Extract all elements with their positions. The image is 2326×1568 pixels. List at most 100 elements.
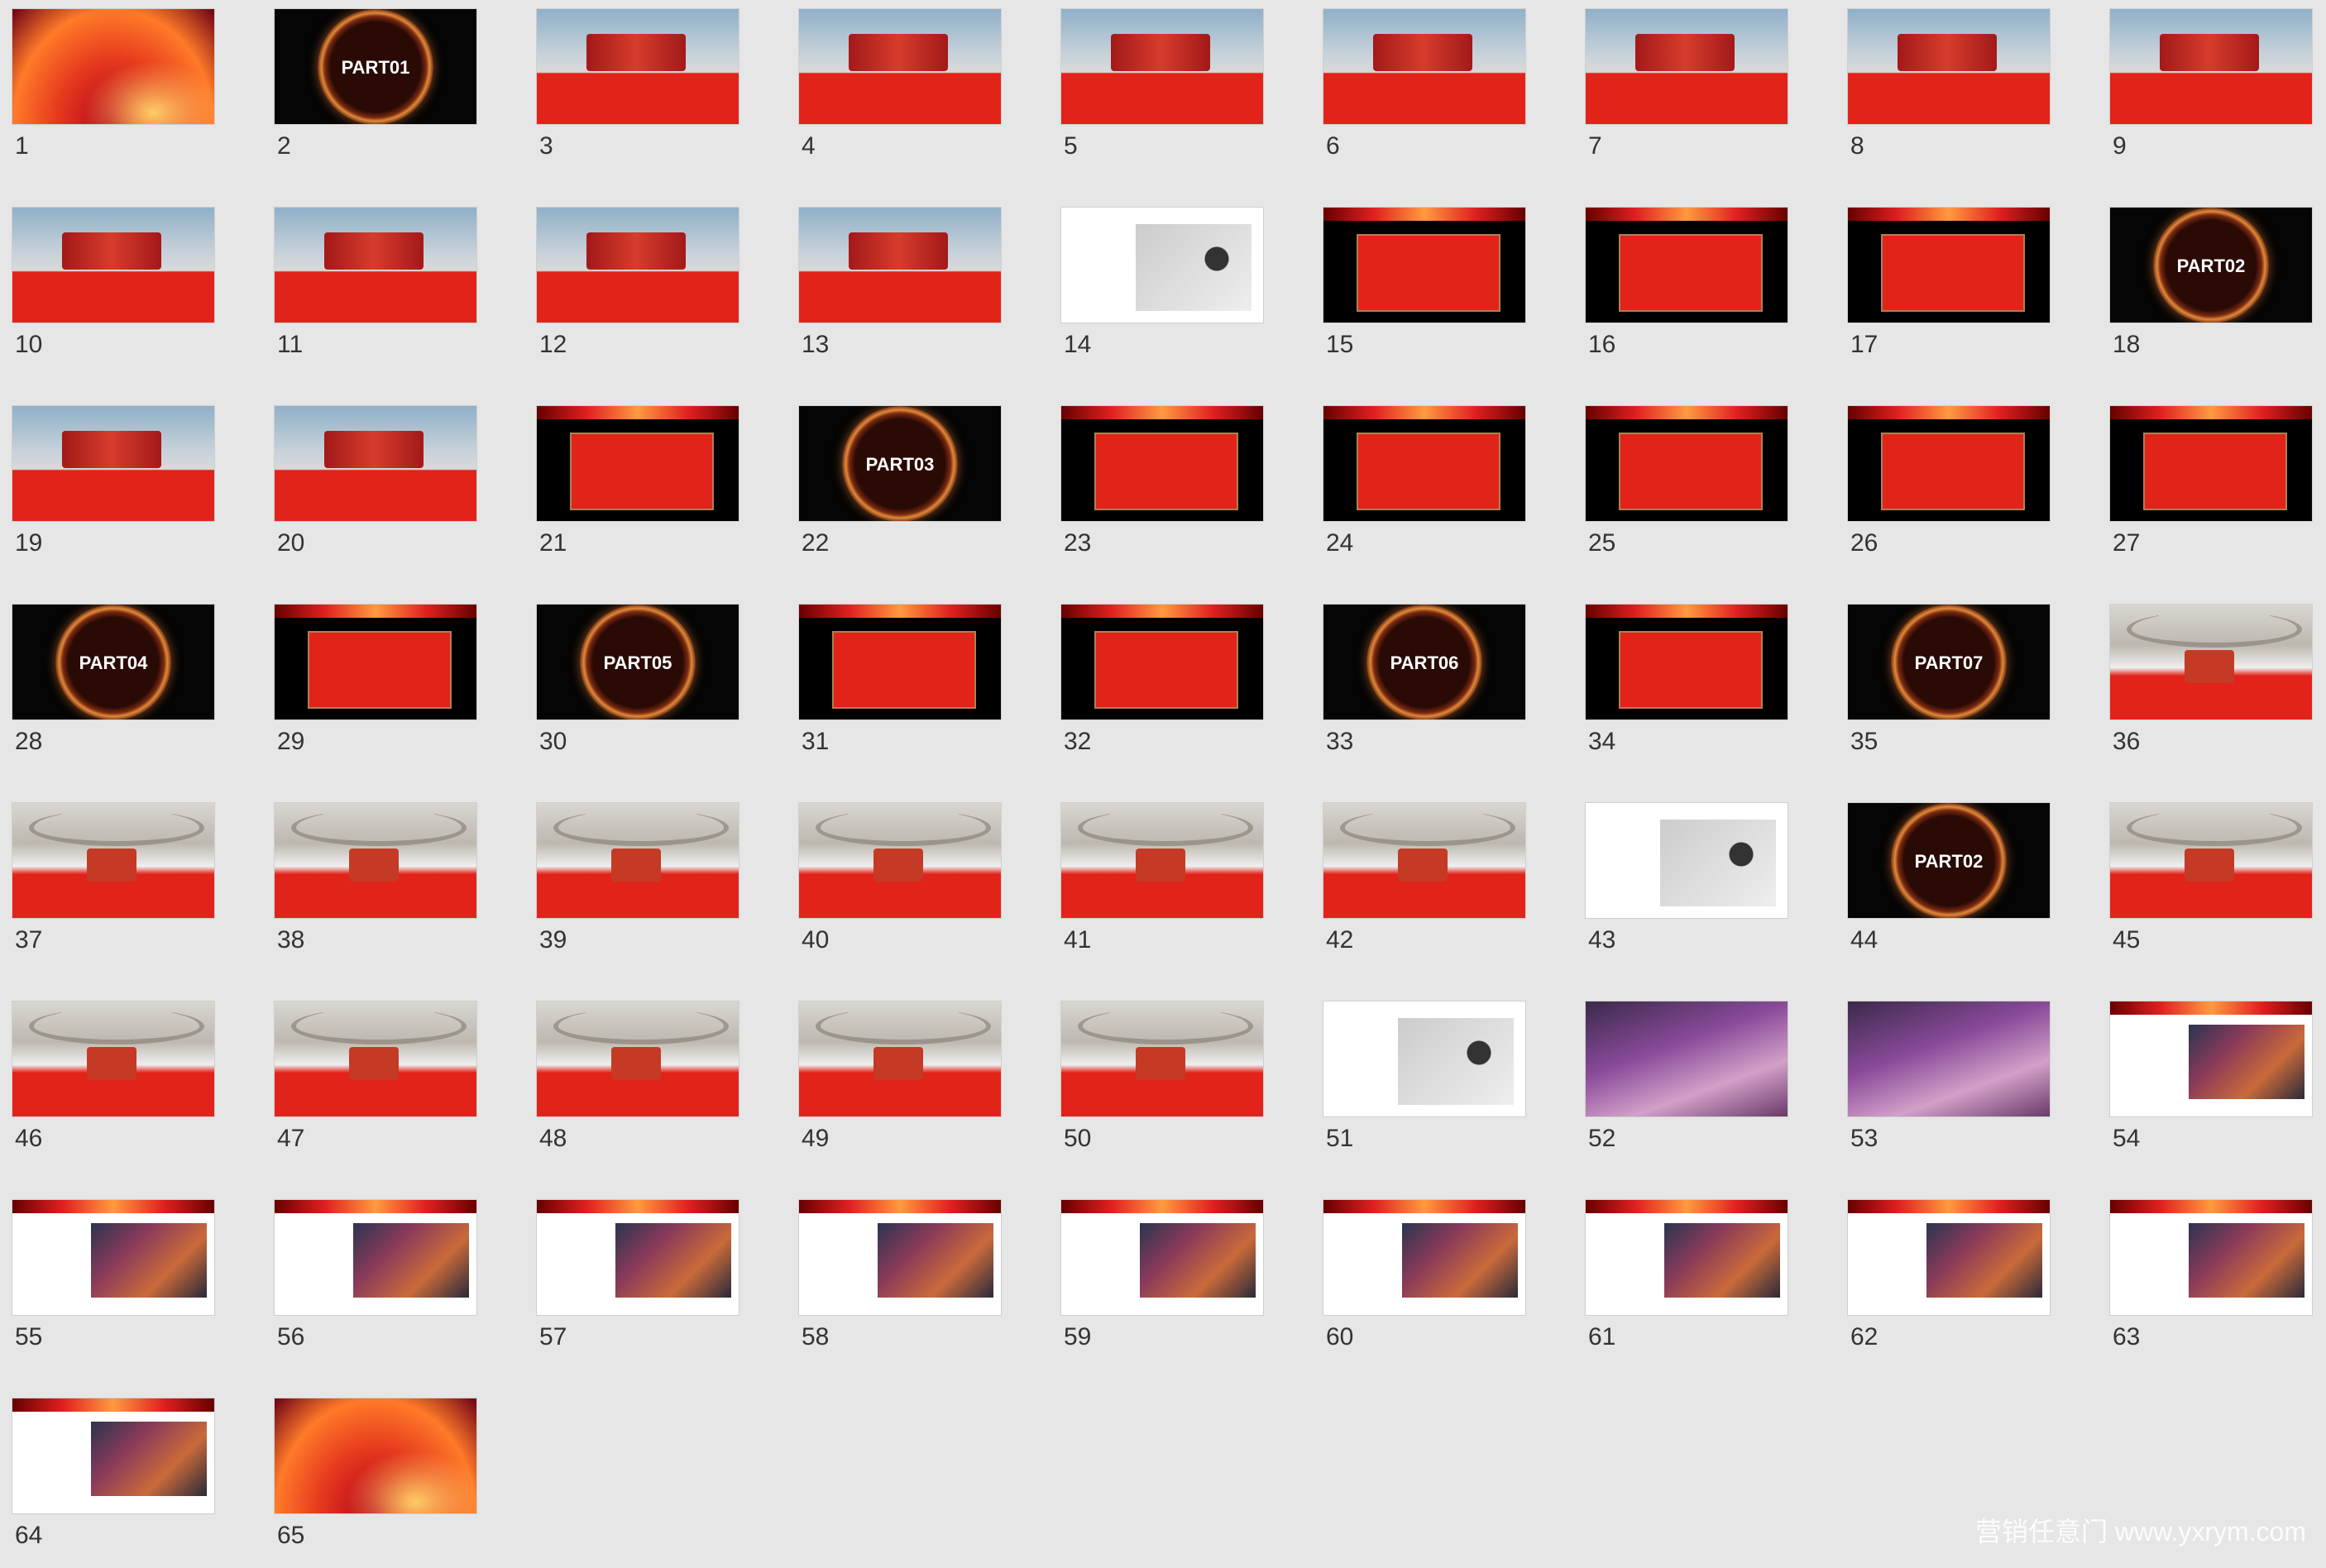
slide-thumbnail[interactable]: PART02 44 <box>1835 794 2051 973</box>
slide-thumbnail[interactable]: 63 <box>2098 1191 2313 1370</box>
slide-thumbnail[interactable]: 1 <box>0 0 215 179</box>
slide-thumbnail[interactable]: 65 <box>262 1389 477 1568</box>
slide-preview[interactable]: PART03 <box>798 405 1002 522</box>
slide-preview[interactable]: PART01 <box>274 8 477 125</box>
slide-preview[interactable] <box>12 1001 215 1117</box>
slide-preview[interactable] <box>798 604 1002 720</box>
slide-thumbnail[interactable]: PART06 33 <box>1311 595 1526 774</box>
slide-thumbnail[interactable]: 5 <box>1049 0 1264 179</box>
slide-thumbnail[interactable]: 60 <box>1311 1191 1526 1370</box>
slide-thumbnail[interactable]: 37 <box>0 794 215 973</box>
slide-preview[interactable] <box>12 207 215 323</box>
slide-thumbnail[interactable]: PART01 2 <box>262 0 477 179</box>
slide-thumbnail[interactable]: 13 <box>787 198 1002 377</box>
slide-thumbnail[interactable]: 59 <box>1049 1191 1264 1370</box>
slide-thumbnail[interactable]: 14 <box>1049 198 1264 377</box>
slide-preview[interactable] <box>274 207 477 323</box>
slide-thumbnail[interactable]: PART05 30 <box>524 595 739 774</box>
slide-thumbnail[interactable]: 57 <box>524 1191 739 1370</box>
slide-preview[interactable] <box>1323 207 1526 323</box>
slide-thumbnail[interactable]: 52 <box>1573 992 1788 1171</box>
slide-preview[interactable] <box>1585 207 1788 323</box>
slide-preview[interactable] <box>1585 1199 1788 1316</box>
slide-thumbnail[interactable]: 32 <box>1049 595 1264 774</box>
slide-thumbnail[interactable]: 9 <box>2098 0 2313 179</box>
slide-preview[interactable] <box>798 1001 1002 1117</box>
slide-thumbnail[interactable]: 36 <box>2098 595 2313 774</box>
slide-preview[interactable] <box>1585 405 1788 522</box>
slide-preview[interactable] <box>2109 604 2313 720</box>
slide-preview[interactable] <box>798 8 1002 125</box>
slide-preview[interactable] <box>1323 1199 1526 1316</box>
slide-thumbnail[interactable]: 24 <box>1311 397 1526 576</box>
slide-thumbnail[interactable]: 23 <box>1049 397 1264 576</box>
slide-preview[interactable] <box>1323 802 1526 919</box>
slide-thumbnail[interactable]: 10 <box>0 198 215 377</box>
slide-thumbnail[interactable]: PART04 28 <box>0 595 215 774</box>
slide-preview[interactable]: PART02 <box>2109 207 2313 323</box>
slide-thumbnail[interactable]: 38 <box>262 794 477 973</box>
slide-thumbnail[interactable]: 43 <box>1573 794 1788 973</box>
slide-thumbnail[interactable]: 8 <box>1835 0 2051 179</box>
slide-preview[interactable] <box>536 802 739 919</box>
slide-preview[interactable] <box>1323 405 1526 522</box>
slide-thumbnail[interactable]: 45 <box>2098 794 2313 973</box>
slide-preview[interactable] <box>536 207 739 323</box>
slide-preview[interactable] <box>536 405 739 522</box>
slide-preview[interactable] <box>1847 1199 2051 1316</box>
slide-preview[interactable] <box>274 1001 477 1117</box>
slide-preview[interactable] <box>1060 1199 1264 1316</box>
slide-preview[interactable] <box>798 1199 1002 1316</box>
slide-preview[interactable]: PART02 <box>1847 802 2051 919</box>
slide-preview[interactable] <box>12 1199 215 1316</box>
slide-thumbnail[interactable]: 48 <box>524 992 739 1171</box>
slide-preview[interactable] <box>12 1398 215 1514</box>
slide-thumbnail[interactable]: 64 <box>0 1389 215 1568</box>
slide-preview[interactable]: PART06 <box>1323 604 1526 720</box>
slide-preview[interactable] <box>1060 1001 1264 1117</box>
slide-preview[interactable] <box>1060 802 1264 919</box>
slide-preview[interactable] <box>274 802 477 919</box>
slide-preview[interactable] <box>1847 1001 2051 1117</box>
slide-preview[interactable] <box>1847 207 2051 323</box>
slide-thumbnail[interactable]: 61 <box>1573 1191 1788 1370</box>
slide-preview[interactable] <box>274 1199 477 1316</box>
slide-preview[interactable] <box>274 1398 477 1514</box>
slide-preview[interactable] <box>536 1001 739 1117</box>
slide-preview[interactable] <box>1847 405 2051 522</box>
slide-thumbnail[interactable]: 19 <box>0 397 215 576</box>
slide-thumbnail[interactable]: 12 <box>524 198 739 377</box>
slide-thumbnail[interactable]: 20 <box>262 397 477 576</box>
slide-thumbnail[interactable]: 4 <box>787 0 1002 179</box>
slide-preview[interactable] <box>1585 8 1788 125</box>
slide-preview[interactable] <box>12 8 215 125</box>
slide-thumbnail[interactable]: 6 <box>1311 0 1526 179</box>
slide-thumbnail[interactable]: 47 <box>262 992 477 1171</box>
slide-thumbnail[interactable]: 3 <box>524 0 739 179</box>
slide-thumbnail[interactable]: 62 <box>1835 1191 2051 1370</box>
slide-preview[interactable] <box>536 1199 739 1316</box>
slide-preview[interactable] <box>2109 405 2313 522</box>
slide-thumbnail[interactable]: 16 <box>1573 198 1788 377</box>
slide-preview[interactable] <box>2109 802 2313 919</box>
slide-thumbnail[interactable]: 50 <box>1049 992 1264 1171</box>
slide-preview[interactable]: PART05 <box>536 604 739 720</box>
slide-preview[interactable] <box>12 802 215 919</box>
slide-thumbnail[interactable]: 29 <box>262 595 477 774</box>
slide-preview[interactable] <box>536 8 739 125</box>
slide-thumbnail[interactable]: 51 <box>1311 992 1526 1171</box>
slide-thumbnail[interactable]: 15 <box>1311 198 1526 377</box>
slide-preview[interactable] <box>2109 8 2313 125</box>
slide-preview[interactable] <box>1323 1001 1526 1117</box>
slide-thumbnail[interactable]: PART07 35 <box>1835 595 2051 774</box>
slide-thumbnail[interactable]: 39 <box>524 794 739 973</box>
slide-preview[interactable] <box>1323 8 1526 125</box>
slide-thumbnail[interactable]: 27 <box>2098 397 2313 576</box>
slide-thumbnail[interactable]: 55 <box>0 1191 215 1370</box>
slide-preview[interactable] <box>2109 1199 2313 1316</box>
slide-preview[interactable] <box>274 604 477 720</box>
slide-preview[interactable] <box>1060 8 1264 125</box>
slide-thumbnail[interactable]: PART02 18 <box>2098 198 2313 377</box>
slide-preview[interactable] <box>1585 802 1788 919</box>
slide-thumbnail[interactable]: 53 <box>1835 992 2051 1171</box>
